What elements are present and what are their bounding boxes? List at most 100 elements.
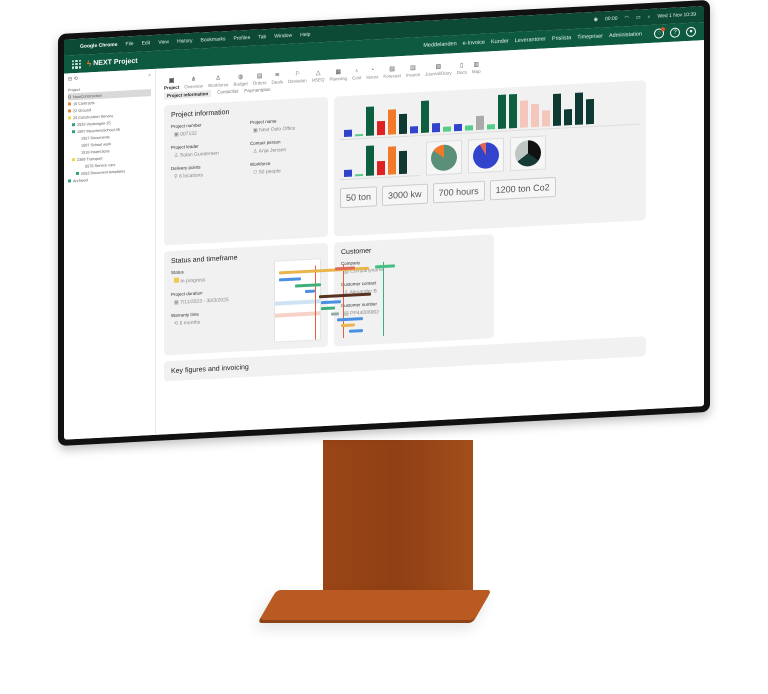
os-menu-help[interactable]: Help	[300, 32, 310, 39]
field-value: ⚲ 6 locations	[174, 172, 203, 180]
nav-leverantorer[interactable]: Leverantörer	[515, 36, 546, 44]
os-datetime[interactable]: Wed 1 Nov 10:39	[657, 12, 696, 20]
search-icon[interactable]: ⌕	[148, 72, 151, 78]
briefcase-icon: ▣	[174, 131, 179, 138]
spotlight-search-icon[interactable]: ⌕	[648, 14, 651, 20]
folder-color-icon	[68, 116, 71, 120]
bar-17[interactable]	[520, 100, 528, 128]
app-logo[interactable]: ϟ NEXT Project	[87, 56, 138, 68]
coins-icon: ◍	[237, 74, 244, 81]
nav-kunder[interactable]: Kunder	[491, 38, 509, 45]
timer-icon[interactable]: ◉	[594, 17, 598, 23]
tab-docs[interactable]: ▯ Docs	[457, 62, 467, 75]
tab-forecast[interactable]: ▨ Forecast	[383, 65, 401, 79]
folder-color-icon	[72, 130, 75, 134]
bar-18[interactable]	[531, 104, 539, 128]
nav-prislista[interactable]: Prislista	[552, 35, 571, 42]
nav-meddelanden[interactable]: Meddelanden	[423, 41, 456, 49]
bar-10[interactable]	[443, 126, 451, 132]
journal-icon: ▧	[435, 63, 442, 71]
bar-2[interactable]	[355, 133, 363, 137]
avatar[interactable]: ●	[686, 26, 696, 38]
gantt-chart[interactable]	[274, 258, 395, 343]
bar-4[interactable]	[377, 121, 385, 136]
tab-cost[interactable]: ♁ Cost	[352, 68, 361, 80]
battery-icon[interactable]: ▭	[636, 14, 641, 20]
bar-22[interactable]	[575, 92, 583, 125]
bar-20[interactable]	[553, 93, 561, 127]
os-menu-file[interactable]: File	[126, 41, 134, 47]
tab-hours[interactable]: ◔ Hours	[366, 67, 379, 80]
project-information-card: Project information Project number ▣ 0071…	[164, 96, 328, 246]
pie-chart-1-box[interactable]	[426, 139, 462, 176]
tab-deals[interactable]: ≋ Deals	[271, 71, 283, 84]
tab-label: Hours	[366, 74, 379, 80]
tab-hseq[interactable]: △ HSEQ	[312, 69, 325, 82]
tab-map[interactable]: ▥ Map	[472, 61, 481, 74]
tab-budget[interactable]: ◍ Budget	[233, 73, 247, 87]
bar-6[interactable]	[399, 150, 407, 175]
bar-15[interactable]	[498, 94, 506, 129]
gantt-bar	[305, 289, 315, 294]
wifi-icon[interactable]: ◠	[625, 15, 629, 21]
flag-icon: ⚐	[294, 71, 301, 78]
folder-color-icon	[72, 123, 75, 127]
os-menu-profiles[interactable]: Profiles	[234, 35, 251, 42]
bar-7[interactable]	[410, 126, 418, 134]
nav-administation[interactable]: Administation	[609, 31, 642, 39]
bar-2[interactable]	[355, 173, 363, 177]
field-value: ♙ Solan Gundersen	[174, 150, 219, 159]
os-menu-history[interactable]: History	[177, 38, 193, 45]
os-menu-edit[interactable]: Edit	[142, 40, 151, 46]
bar-16[interactable]	[509, 93, 517, 129]
bar-5[interactable]	[388, 146, 396, 175]
bar-1[interactable]	[344, 169, 352, 178]
bar-8[interactable]	[421, 100, 429, 133]
kpi-energy: 3000 kw	[382, 183, 428, 207]
pie-chart-3-box[interactable]	[510, 135, 546, 172]
subtab-contactlist[interactable]: Contactlist	[217, 89, 238, 97]
os-menu-window[interactable]: Window	[274, 33, 292, 40]
os-menu-bookmarks[interactable]: Bookmarks	[201, 36, 226, 43]
app-grid-icon[interactable]	[72, 59, 81, 69]
bar-3[interactable]	[366, 105, 374, 136]
tab-orders[interactable]: ▤ Orders	[253, 72, 267, 86]
folder-color-icon	[76, 151, 79, 154]
bar-11[interactable]	[454, 124, 462, 132]
handshake-icon: ≋	[274, 72, 280, 79]
os-app-name[interactable]: Google Chrome	[80, 42, 118, 50]
help-icon[interactable]: ?	[670, 27, 680, 38]
tab-journal-diary[interactable]: ▧ Journal/Diary	[425, 62, 452, 77]
pie-chart-1	[431, 144, 457, 172]
bar-9[interactable]	[432, 122, 440, 133]
bar-23[interactable]	[586, 98, 594, 125]
subtab-project-information[interactable]: Project information	[164, 89, 212, 100]
subtab-paymentplan[interactable]: Paymentplan	[244, 87, 270, 95]
field-value: ♙ Anja Jensen	[253, 147, 287, 155]
nav-e-invoice[interactable]: e-Invoice	[463, 40, 485, 47]
os-menu-view[interactable]: View	[158, 39, 169, 46]
bar-6[interactable]	[399, 113, 407, 135]
bar-5[interactable]	[388, 109, 396, 135]
bar-1[interactable]	[344, 129, 352, 138]
tab-project[interactable]: ▣ Project	[164, 77, 179, 91]
pie-chart-2-box[interactable]	[468, 137, 504, 174]
bolt-icon: ϟ	[87, 58, 92, 68]
tab-workforce[interactable]: ♙ Workforce	[208, 74, 228, 88]
tab-invoice[interactable]: ▥ Invoice	[406, 64, 420, 78]
tab-overview[interactable]: ⋔ Overview	[184, 75, 203, 90]
bar-4[interactable]	[377, 161, 385, 176]
chat-icon[interactable]: ◌	[654, 27, 665, 39]
bar-12[interactable]	[465, 125, 473, 131]
nav-timepriser[interactable]: Timepriser	[577, 33, 603, 40]
bar-14[interactable]	[487, 124, 495, 130]
clipboard-icon: ▤	[256, 73, 263, 80]
os-menu-tab[interactable]: Tab	[258, 34, 266, 40]
bar-13[interactable]	[476, 116, 484, 131]
tab-deviation[interactable]: ⚐ Deviation	[288, 70, 307, 84]
bar-21[interactable]	[564, 109, 572, 126]
bar-19[interactable]	[542, 110, 550, 127]
tree-toolbar-icons[interactable]: ⊟ ⟲	[68, 76, 78, 83]
tab-planning[interactable]: ▦ Planning	[330, 68, 348, 82]
bar-3[interactable]	[366, 145, 374, 176]
